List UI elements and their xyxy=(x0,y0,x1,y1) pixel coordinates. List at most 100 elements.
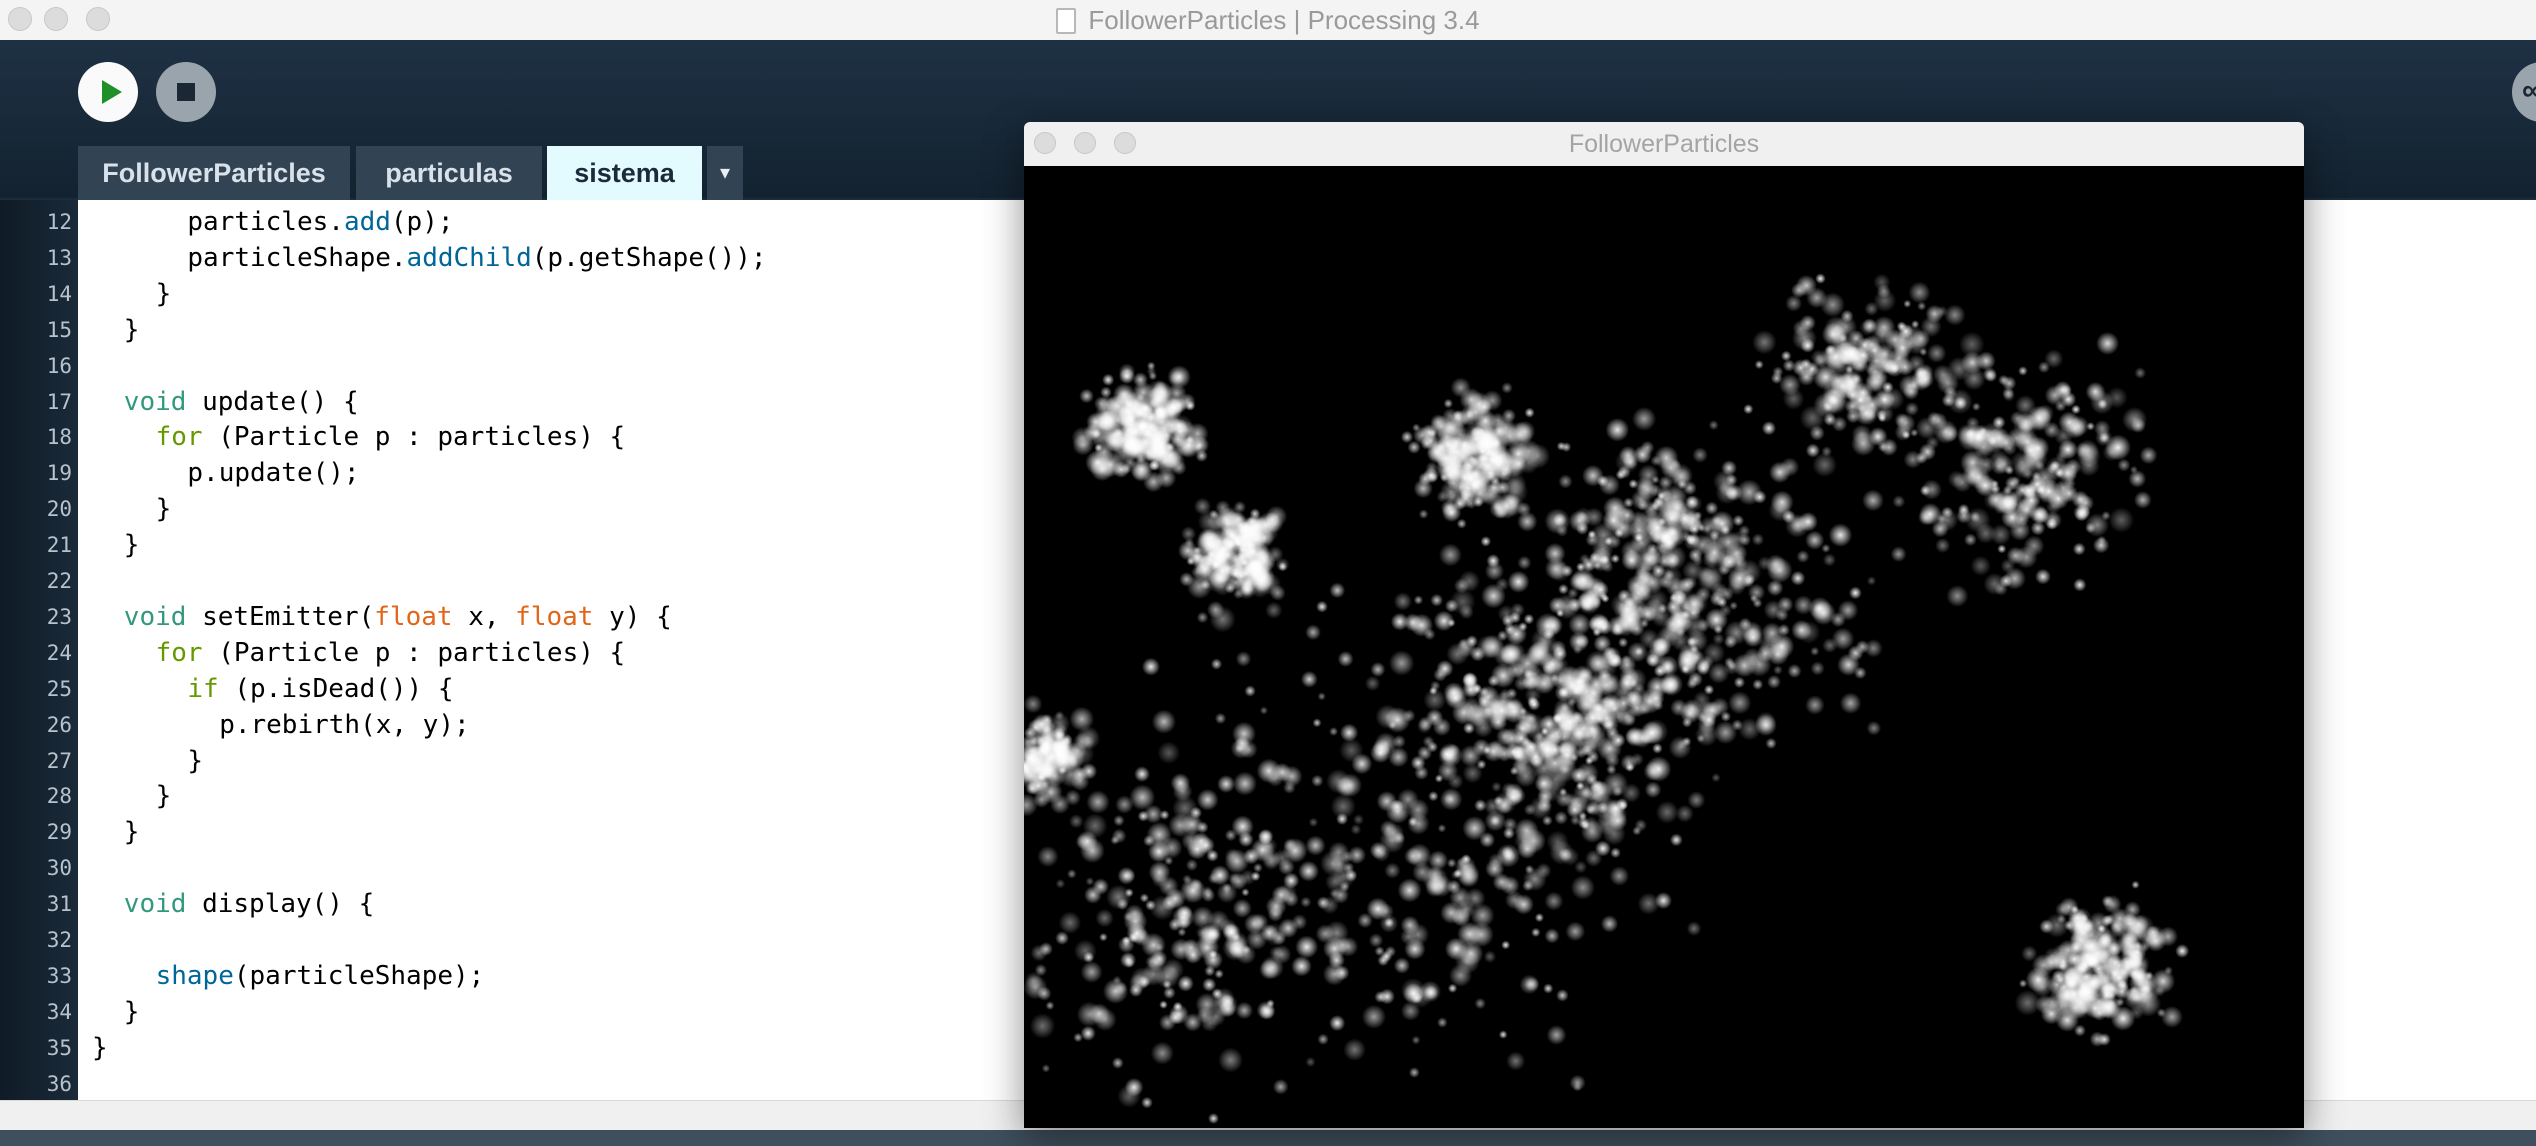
particle xyxy=(1813,603,1825,615)
particle xyxy=(2035,568,2051,585)
particle xyxy=(1064,789,1081,806)
particle xyxy=(1543,983,1554,994)
particle xyxy=(1719,604,1732,617)
particle xyxy=(1224,848,1250,874)
sketch-canvas[interactable] xyxy=(1024,166,2304,1128)
code-line[interactable]: } xyxy=(187,743,203,779)
line-number: 21 xyxy=(46,533,72,558)
code-token: (p.getShape()); xyxy=(531,242,767,273)
code-line[interactable]: p.rebirth(x, y); xyxy=(219,707,469,743)
particle xyxy=(1291,955,1312,977)
code-line[interactable]: void setEmitter(float x, float y) { xyxy=(124,599,672,635)
code-line[interactable]: for (Particle p : particles) { xyxy=(156,419,626,455)
particle xyxy=(1742,575,1755,588)
code-line[interactable]: p.update(); xyxy=(187,455,359,491)
particle xyxy=(1039,942,1053,956)
run-button[interactable] xyxy=(78,62,138,122)
particle xyxy=(1250,871,1261,882)
particle xyxy=(1393,592,1412,611)
particle xyxy=(1692,447,1708,463)
stop-button[interactable] xyxy=(156,62,216,122)
particle xyxy=(1957,424,1978,445)
particle xyxy=(1496,745,1513,762)
line-number: 28 xyxy=(46,784,72,809)
sketch-title-bar[interactable]: FollowerParticles xyxy=(1024,122,2304,167)
particle xyxy=(2072,542,2086,556)
tab-followerparticles[interactable]: FollowerParticles xyxy=(78,146,350,200)
particle xyxy=(1997,544,2007,554)
code-line[interactable]: } xyxy=(156,276,172,312)
particle xyxy=(1926,411,1941,426)
code-line[interactable]: if (p.isDead()) { xyxy=(187,671,453,707)
particle xyxy=(2051,969,2065,983)
particle xyxy=(1708,420,1719,431)
particle xyxy=(2073,578,2087,592)
line-number: 36 xyxy=(46,1071,72,1096)
particle xyxy=(1864,409,1877,421)
code-line[interactable]: for (Particle p : particles) { xyxy=(156,635,626,671)
particle xyxy=(1804,361,1820,377)
particle xyxy=(1413,478,1433,499)
code-line[interactable]: } xyxy=(124,527,140,563)
particle xyxy=(1492,873,1511,891)
line-number: 32 xyxy=(46,928,72,952)
line-number: 24 xyxy=(46,640,72,665)
mode-button[interactable]: ∞ xyxy=(2512,62,2536,122)
sketch-window[interactable]: FollowerParticles xyxy=(1024,122,2304,1128)
particle xyxy=(1459,744,1482,767)
particle xyxy=(1151,871,1168,888)
code-line[interactable]: shape(particleShape); xyxy=(156,958,485,994)
particle xyxy=(1558,787,1568,797)
particle xyxy=(1441,443,1460,462)
particle xyxy=(1639,733,1651,745)
particle xyxy=(1410,613,1434,637)
particle xyxy=(1238,831,1254,848)
particle xyxy=(1202,977,1217,992)
particle xyxy=(1377,903,1394,920)
particle xyxy=(1621,654,1632,665)
code-line[interactable]: void display() { xyxy=(124,886,374,922)
code-line[interactable]: void update() { xyxy=(124,384,359,420)
particle xyxy=(1724,657,1735,668)
particle xyxy=(1055,878,1066,889)
particle xyxy=(1885,358,1904,377)
particle xyxy=(1428,791,1439,802)
particle xyxy=(1944,304,1966,326)
particle xyxy=(1516,652,1539,675)
particle xyxy=(1458,638,1469,650)
particle xyxy=(1393,957,1411,974)
code-token: update() { xyxy=(186,386,359,417)
code-line[interactable]: } xyxy=(156,491,172,527)
code-line[interactable]: } xyxy=(124,312,140,348)
code-line[interactable]: } xyxy=(156,778,172,814)
particle xyxy=(1765,554,1786,575)
tab-particulas[interactable]: particulas xyxy=(356,146,542,200)
particle xyxy=(1503,849,1516,862)
particle xyxy=(1045,1001,1055,1010)
code-line[interactable]: particleShape.addChild(p.getShape()); xyxy=(187,240,766,276)
particle xyxy=(1616,798,1629,811)
line-number-gutter: 12 13 14 15 16 17 18 19 20 21 22 23 24 25 26 27 28 29 30 31… xyxy=(0,200,78,1100)
tab-sistema[interactable]: sistema xyxy=(547,146,702,200)
particle xyxy=(1568,613,1591,636)
particle xyxy=(1409,985,1433,1009)
particle xyxy=(1527,695,1538,707)
code-line[interactable]: } xyxy=(92,1030,108,1066)
particle xyxy=(1947,470,1966,489)
particle xyxy=(1237,552,1248,563)
particle xyxy=(1397,878,1422,903)
particle xyxy=(2022,468,2034,480)
particle xyxy=(2074,943,2101,969)
code-line[interactable]: } xyxy=(124,994,140,1030)
particle xyxy=(1443,682,1465,704)
particle xyxy=(1300,896,1312,908)
particle xyxy=(2139,446,2158,465)
particle xyxy=(1317,1033,1329,1045)
particle xyxy=(1121,435,1147,462)
particle xyxy=(1300,670,1318,688)
particle xyxy=(1524,443,1551,469)
code-line[interactable]: particles.add(p); xyxy=(187,204,453,240)
tab-menu-dropdown[interactable]: ▾ xyxy=(707,146,743,200)
particle xyxy=(1024,694,1043,714)
code-line[interactable]: } xyxy=(124,814,140,850)
